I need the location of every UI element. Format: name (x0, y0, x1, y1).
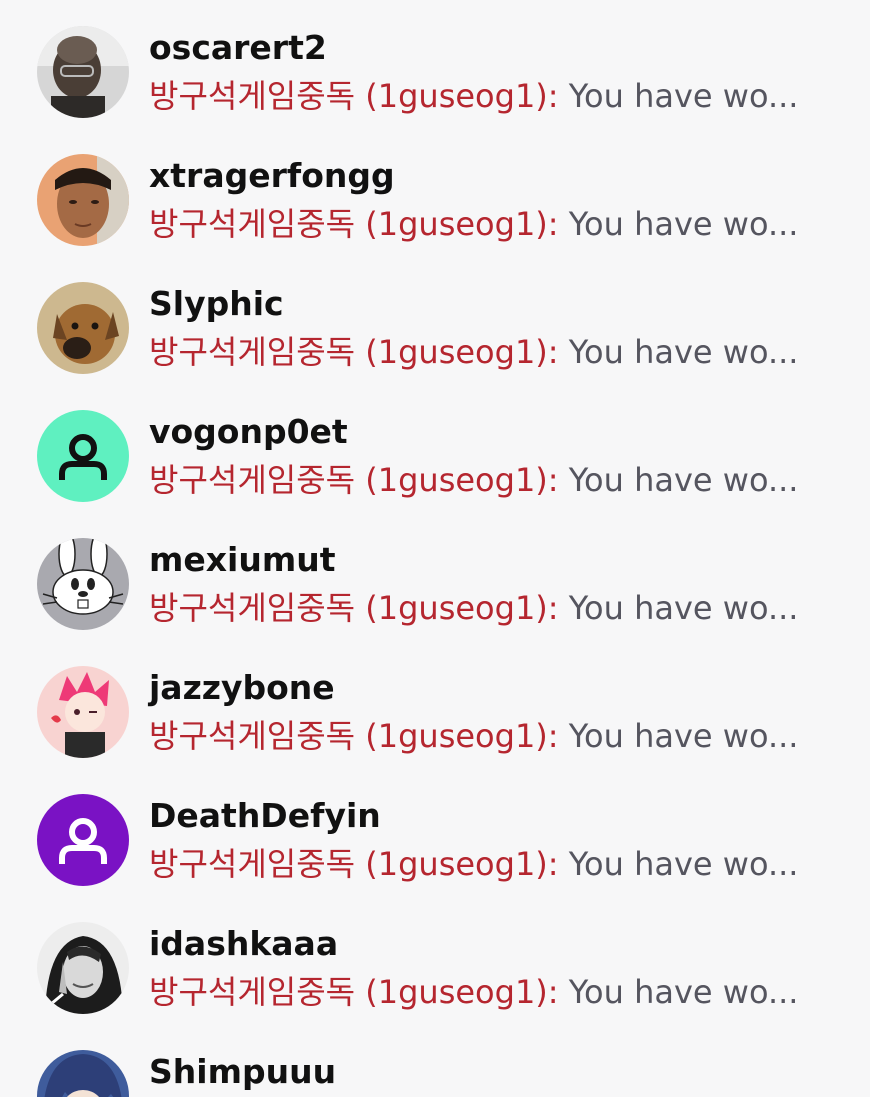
preview-message: You have wo... (558, 461, 799, 499)
avatar-deathdefyin[interactable] (37, 794, 129, 886)
avatar-shimpuuu[interactable] (37, 1050, 129, 1097)
conversation-item-idashkaaa[interactable]: idashkaaa 방구석게임중독 (1guseog1): You have w… (0, 896, 870, 1024)
conversation-username: xtragerfongg (149, 156, 395, 195)
conversation-item-vogonp0et[interactable]: vogonp0et 방구석게임중독 (1guseog1): You have w… (0, 384, 870, 512)
avatar-slyphic[interactable] (37, 282, 129, 374)
preview-message: You have wo... (558, 333, 799, 371)
conversation-username: Shimpuuu (149, 1052, 337, 1091)
preview-sender: 방구석게임중독 (1guseog1): (149, 205, 559, 243)
bunny-cartoon-avatar-icon (37, 538, 129, 630)
conversation-item-deathdefyin[interactable]: DeathDefyin 방구석게임중독 (1guseog1): You have… (0, 768, 870, 896)
conversation-item-slyphic[interactable]: Slyphic 방구석게임중독 (1guseog1): You have wo.… (0, 256, 870, 384)
preview-sender: 방구석게임중독 (1guseog1): (149, 845, 559, 883)
conversation-preview: 방구석게임중독 (1guseog1): You have wo... (149, 330, 829, 374)
conversation-username: vogonp0et (149, 412, 348, 451)
conversation-username: oscarert2 (149, 28, 327, 67)
preview-sender: 방구석게임중독 (1guseog1): (149, 333, 559, 371)
preview-message: You have wo... (558, 205, 799, 243)
dog-photo-avatar-icon (37, 282, 129, 374)
avatar-idashkaaa[interactable] (37, 922, 129, 1014)
avatar-mexiumut[interactable] (37, 538, 129, 630)
conversation-item-shimpuuu[interactable]: Shimpuuu (0, 1024, 870, 1097)
conversation-preview: 방구석게임중독 (1guseog1): You have wo... (149, 74, 829, 118)
avatar-oscarert2[interactable] (37, 26, 129, 118)
conversation-preview: 방구석게임중독 (1guseog1): You have wo... (149, 842, 829, 886)
preview-sender: 방구석게임중독 (1guseog1): (149, 77, 559, 115)
portrait-photo-avatar-icon (37, 922, 129, 1014)
person-photo-avatar-icon (37, 26, 129, 118)
conversation-preview: 방구석게임중독 (1guseog1): You have wo... (149, 586, 829, 630)
conversation-item-oscarert2[interactable]: oscarert2 방구석게임중독 (1guseog1): You have w… (0, 0, 870, 128)
default-user-icon (37, 410, 129, 502)
conversation-username: jazzybone (149, 668, 335, 707)
avatar-jazzybone[interactable] (37, 666, 129, 758)
conversation-preview: 방구석게임중독 (1guseog1): You have wo... (149, 714, 829, 758)
conversation-username: mexiumut (149, 540, 336, 579)
preview-message: You have wo... (558, 589, 799, 627)
preview-message: You have wo... (558, 973, 799, 1011)
preview-sender: 방구석게임중독 (1guseog1): (149, 717, 559, 755)
conversation-preview: 방구석게임중독 (1guseog1): You have wo... (149, 458, 829, 502)
conversation-item-mexiumut[interactable]: mexiumut 방구석게임중독 (1guseog1): You have wo… (0, 512, 870, 640)
conversation-username: idashkaaa (149, 924, 339, 963)
default-user-icon (37, 794, 129, 886)
preview-sender: 방구석게임중독 (1guseog1): (149, 973, 559, 1011)
conversation-list: oscarert2 방구석게임중독 (1guseog1): You have w… (0, 0, 870, 1097)
anime-character-avatar-icon (37, 1050, 129, 1097)
preview-message: You have wo... (558, 77, 799, 115)
avatar-vogonp0et[interactable] (37, 410, 129, 502)
avatar-xtragerfongg[interactable] (37, 154, 129, 246)
conversation-username: DeathDefyin (149, 796, 381, 835)
conversation-preview: 방구석게임중독 (1guseog1): You have wo... (149, 202, 829, 246)
preview-message: You have wo... (558, 845, 799, 883)
conversation-username: Slyphic (149, 284, 284, 323)
conversation-preview: 방구석게임중독 (1guseog1): You have wo... (149, 970, 829, 1014)
preview-message: You have wo... (558, 717, 799, 755)
preview-sender: 방구석게임중독 (1guseog1): (149, 461, 559, 499)
anime-character-avatar-icon (37, 666, 129, 758)
conversation-item-xtragerfongg[interactable]: xtragerfongg 방구석게임중독 (1guseog1): You hav… (0, 128, 870, 256)
preview-sender: 방구석게임중독 (1guseog1): (149, 589, 559, 627)
person-photo-avatar-icon (37, 154, 129, 246)
conversation-item-jazzybone[interactable]: jazzybone 방구석게임중독 (1guseog1): You have w… (0, 640, 870, 768)
